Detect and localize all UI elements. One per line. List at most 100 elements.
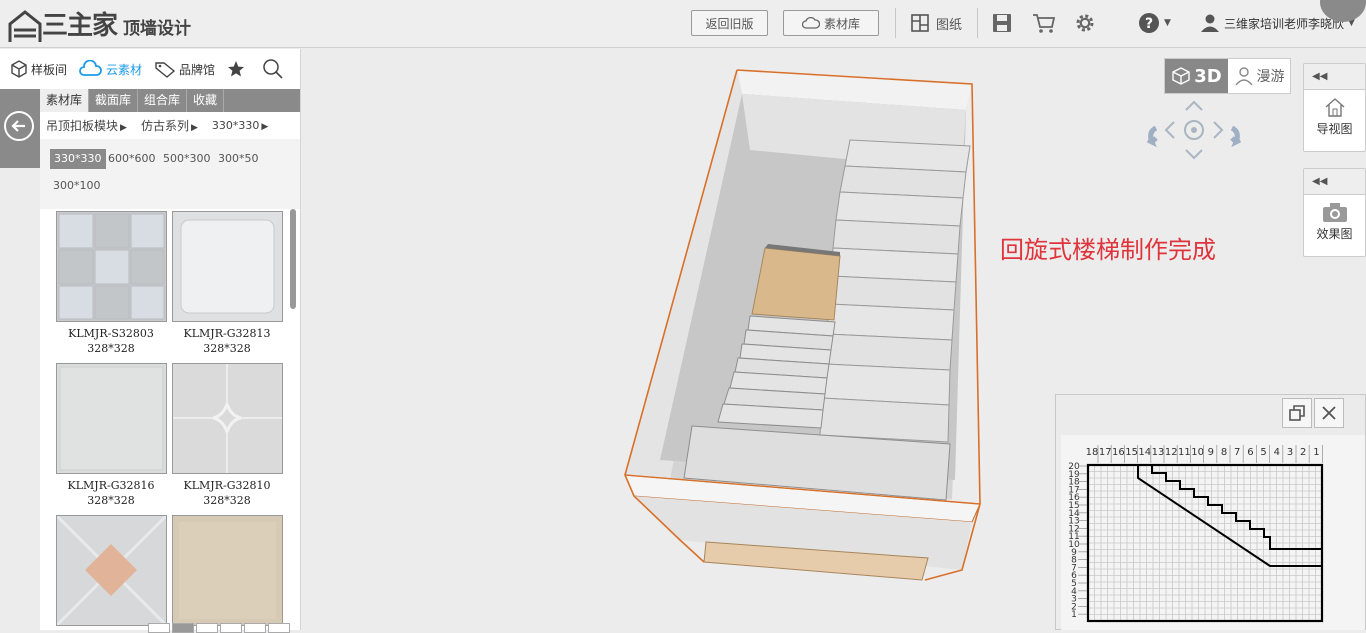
view-mode-switch: 3D 漫游 (1164, 58, 1291, 94)
page-button[interactable] (148, 623, 170, 633)
ruler-tick-label: 3 (1287, 447, 1293, 458)
grid-scrollbar[interactable] (290, 209, 296, 309)
nav-brand-hall-label: 品牌馆 (179, 62, 216, 77)
nav-sample-room-label: 样板间 (31, 62, 68, 77)
material-thumb[interactable] (56, 211, 167, 322)
ruler-tick-label: 6 (1247, 447, 1253, 458)
ruler-tick-label: 1 (1313, 447, 1319, 458)
ruler-tick-label: 11 (1178, 447, 1191, 458)
search-icon (263, 59, 283, 79)
back-old-version-button[interactable]: 返回旧版 (691, 10, 768, 36)
material-name: KLMJR-G32813 (183, 327, 271, 340)
cloud-icon (801, 16, 820, 29)
material-size: 328*328 (203, 342, 251, 355)
view-roam-button[interactable]: 漫游 (1228, 59, 1290, 93)
close-minimap-button[interactable] (1314, 398, 1344, 428)
material-thumb[interactable] (172, 515, 283, 626)
size-chip[interactable]: 330*330 (50, 149, 106, 169)
ruler-tick-label: 8 (1221, 447, 1227, 458)
size-chip[interactable]: 500*300 (159, 149, 215, 169)
back-button[interactable] (4, 111, 34, 141)
arrow-left-icon (11, 120, 25, 132)
category-breadcrumb: 吊顶扣板模块 ▶ 仿古系列 ▶ 330*330 ▶ (40, 112, 300, 139)
category-item[interactable]: 吊顶扣板模块 ▶ (46, 117, 127, 134)
collapse-icon[interactable]: ◀◀ (1304, 64, 1365, 90)
material-size: 328*328 (87, 342, 135, 355)
ruler-tick-label: 9 (1208, 447, 1214, 458)
tile-pattern (57, 364, 166, 473)
nav-view-label: 导视图 (1316, 122, 1353, 136)
ruler-tick-label: 18 (1086, 447, 1099, 458)
rotate-left-icon[interactable] (1146, 125, 1158, 148)
nav-view-button[interactable]: 导视图 (1304, 90, 1365, 137)
page-button[interactable] (172, 623, 194, 633)
left-top-nav: 样板间 云素材 品牌馆 (0, 49, 300, 89)
drawings-label: 图纸 (936, 17, 963, 33)
favorites-button[interactable] (227, 60, 248, 78)
gear-icon (1076, 14, 1094, 32)
navigation-control[interactable] (1144, 100, 1244, 160)
view-3d-label: 3D (1194, 65, 1222, 87)
tab-material-library[interactable]: 素材库 (40, 89, 90, 112)
user-icon (1201, 14, 1219, 32)
chevron-down-icon: ▼ (1164, 18, 1171, 28)
category-label: 330*330 (211, 119, 260, 132)
size-chip[interactable]: 300*100 (49, 176, 105, 196)
cart-button[interactable] (1032, 12, 1056, 34)
material-thumb[interactable] (55, 514, 168, 627)
material-label: KLMJR-G32810 328*328 (169, 478, 285, 508)
tab-combo-library[interactable]: 组合库 (138, 89, 188, 112)
restore-icon (1289, 405, 1305, 421)
nav-sample-room[interactable]: 样板间 (10, 60, 67, 78)
render-panel: ◀◀ 效果图 (1303, 168, 1366, 257)
size-chip[interactable]: 600*600 (104, 149, 160, 169)
page-button[interactable] (220, 623, 242, 633)
nav-cloud-material[interactable]: 云素材 (79, 60, 142, 78)
nav-brand-hall[interactable]: 品牌馆 (154, 60, 215, 78)
tab-favorites[interactable]: 收藏 (187, 89, 225, 112)
nav-cloud-material-label: 云素材 (106, 62, 143, 77)
material-thumb[interactable] (56, 363, 167, 474)
category-item[interactable]: 330*330 ▶ (212, 119, 268, 132)
material-thumb[interactable] (172, 363, 283, 474)
size-chip[interactable]: 300*50 (214, 149, 263, 169)
back-strip (0, 89, 40, 168)
save-button[interactable] (991, 12, 1013, 34)
page-button[interactable] (196, 623, 218, 633)
minimap-panel: 18 17 16 15 14 13 12 11 10 9 8 7 6 5 4 3 2 1 20 19 18 17 16 15… (1055, 394, 1366, 630)
nav-view-panel: ◀◀ 导视图 (1303, 63, 1366, 152)
material-size: 328*328 (203, 494, 251, 507)
ruler-tick-label: 10 (1191, 447, 1204, 458)
cube-icon (11, 60, 27, 78)
center-dot (1191, 127, 1197, 133)
material-thumb[interactable] (172, 211, 283, 322)
ruler-tick-label: 1 (1071, 610, 1077, 620)
restore-window-button[interactable] (1282, 398, 1312, 428)
material-name: KLMJR-G32810 (183, 479, 271, 492)
save-icon (993, 14, 1011, 32)
person-icon (1234, 67, 1253, 86)
page-button[interactable] (268, 623, 290, 633)
settings-button[interactable] (1074, 12, 1096, 34)
home-icon (1325, 98, 1344, 117)
material-grid: KLMJR-S32803 328*328 KLMJR-G32813 328*328 … (40, 209, 300, 630)
search-button[interactable] (262, 58, 287, 80)
wood-landing (751, 247, 841, 321)
ruler-tick-label: 2 (1300, 447, 1306, 458)
view-3d-button[interactable]: 3D (1165, 59, 1228, 93)
category-item[interactable]: 仿古系列 ▶ (141, 117, 198, 134)
drawings-button[interactable]: 图纸 (910, 12, 962, 34)
category-label: 仿古系列 (140, 119, 189, 133)
render-button[interactable]: 效果图 (1304, 195, 1365, 242)
collapse-icon[interactable]: ◀◀ (1304, 169, 1365, 195)
material-label: KLMJR-G32813 328*328 (169, 326, 285, 356)
ruler-tick-label: 14 (1138, 447, 1151, 458)
stair-3d-model[interactable] (600, 60, 1000, 590)
help-button[interactable]: ? ▼ (1138, 12, 1171, 34)
library-button[interactable]: 素材库 (783, 10, 879, 36)
tab-section-library[interactable]: 截面库 (89, 89, 139, 112)
page-button[interactable] (244, 623, 266, 633)
caret-right-icon: ▶ (261, 122, 269, 132)
tile-pattern (57, 212, 166, 321)
rotate-right-icon[interactable] (1230, 125, 1242, 148)
